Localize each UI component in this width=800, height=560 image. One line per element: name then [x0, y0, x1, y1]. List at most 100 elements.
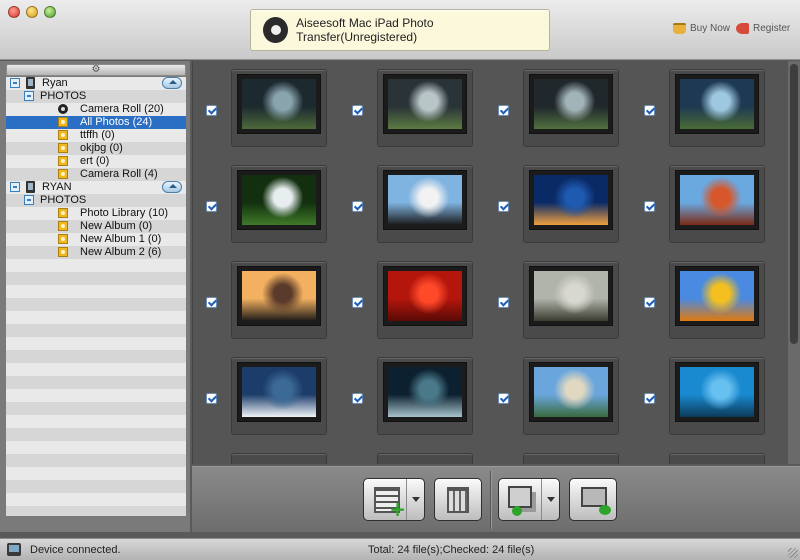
tree-item-label: Camera Roll (20) [80, 103, 164, 115]
monitor-icon [581, 487, 611, 515]
photo-frame [675, 266, 759, 326]
tree-item-12[interactable]: New Album 1 (0) [6, 233, 186, 246]
photo-thumbnail[interactable] [523, 165, 619, 243]
photo-checkbox[interactable] [352, 297, 363, 308]
tree-item-10[interactable]: Photo Library (10) [6, 207, 186, 220]
tree-item-8[interactable]: RYAN [6, 181, 186, 194]
photo-checkbox[interactable] [498, 105, 509, 116]
add-photos-dropdown-arrow[interactable] [406, 479, 424, 520]
photo-thumbnail[interactable] [377, 69, 473, 147]
tree-item-9[interactable]: PHOTOS [6, 194, 186, 207]
photo-frame [383, 362, 467, 422]
photo-frame [529, 362, 613, 422]
photo-thumbnail[interactable] [523, 261, 619, 339]
toolbar-divider [490, 471, 491, 529]
photo-thumbnail[interactable] [669, 261, 765, 339]
buy-now-link[interactable]: Buy Now [673, 23, 730, 34]
photo-thumbnail[interactable] [523, 69, 619, 147]
photo-checkbox[interactable] [206, 201, 217, 212]
photo-checkbox[interactable] [498, 393, 509, 404]
photo-frame [237, 266, 321, 326]
photo-grid [192, 61, 800, 464]
add-photos-button[interactable] [363, 478, 425, 521]
photo-thumbnail-partial[interactable] [377, 453, 473, 464]
photo-checkbox[interactable] [352, 201, 363, 212]
photo-frame [675, 74, 759, 134]
collapse-toggle-icon[interactable] [10, 182, 20, 192]
photo-frame [237, 170, 321, 230]
photo-thumbnail[interactable] [231, 261, 327, 339]
export-to-device-button[interactable] [498, 478, 560, 521]
photo-checkbox[interactable] [352, 393, 363, 404]
album-icon [58, 247, 68, 257]
photo-image [534, 79, 608, 129]
photo-thumbnail[interactable] [377, 165, 473, 243]
tree-item-6[interactable]: ert (0) [6, 155, 186, 168]
tree-item-3[interactable]: All Photos (24) [6, 116, 186, 129]
ipad-device-icon [26, 181, 35, 193]
collapse-toggle-icon[interactable] [10, 78, 20, 88]
photo-checkbox[interactable] [644, 393, 655, 404]
album-icon [58, 221, 68, 231]
photo-checkbox[interactable] [206, 105, 217, 116]
tree-item-0[interactable]: Ryan [6, 77, 186, 90]
tree-item-5[interactable]: okjbg (0) [6, 142, 186, 155]
tree-item-label: PHOTOS [40, 194, 87, 206]
photo-image [388, 367, 462, 417]
photo-thumbnail[interactable] [669, 165, 765, 243]
photo-frame [675, 170, 759, 230]
photo-thumbnail-partial[interactable] [523, 453, 619, 464]
trash-icon [447, 487, 469, 513]
photo-image [534, 271, 608, 321]
photo-image [242, 175, 316, 225]
photo-frame [529, 266, 613, 326]
photo-thumbnail-partial[interactable] [231, 453, 327, 464]
photo-thumbnail[interactable] [377, 357, 473, 435]
tree-item-label: RYAN [42, 181, 72, 193]
photo-checkbox[interactable] [206, 297, 217, 308]
photo-checkbox[interactable] [644, 201, 655, 212]
photo-checkbox[interactable] [644, 105, 655, 116]
photo-thumbnail[interactable] [669, 69, 765, 147]
photo-image [680, 175, 754, 225]
eject-icon[interactable] [162, 181, 182, 193]
tree-item-11[interactable]: New Album (0) [6, 220, 186, 233]
tree-item-1[interactable]: PHOTOS [6, 90, 186, 103]
album-icon [58, 156, 68, 166]
delete-button[interactable] [434, 478, 482, 521]
photo-thumbnail[interactable] [231, 357, 327, 435]
close-window-button[interactable] [8, 6, 20, 18]
photo-frame [675, 362, 759, 422]
export-to-mac-button[interactable] [569, 478, 617, 521]
photo-thumbnail[interactable] [523, 357, 619, 435]
zoom-window-button[interactable] [44, 6, 56, 18]
photo-thumbnail[interactable] [231, 69, 327, 147]
photo-thumbnail-partial[interactable] [669, 453, 765, 464]
minimize-window-button[interactable] [26, 6, 38, 18]
tree-item-7[interactable]: Camera Roll (4) [6, 168, 186, 181]
photo-image [680, 79, 754, 129]
export-dropdown-arrow[interactable] [541, 479, 559, 520]
photo-thumbnail[interactable] [377, 261, 473, 339]
tree-item-label: New Album 1 (0) [80, 233, 162, 245]
register-link[interactable]: Register [736, 23, 790, 34]
tree-item-13[interactable]: New Album 2 (6) [6, 246, 186, 259]
photo-thumbnail[interactable] [231, 165, 327, 243]
eject-icon[interactable] [162, 77, 182, 89]
photo-checkbox[interactable] [498, 297, 509, 308]
resize-grip-icon[interactable] [788, 548, 798, 558]
scroll-thumb[interactable] [790, 64, 798, 344]
collapse-toggle-icon[interactable] [24, 91, 34, 101]
photo-checkbox[interactable] [352, 105, 363, 116]
vertical-scrollbar[interactable] [788, 61, 800, 464]
sidebar-header[interactable]: ⚙ [6, 64, 186, 76]
photo-checkbox[interactable] [644, 297, 655, 308]
photo-checkbox[interactable] [498, 201, 509, 212]
photo-thumbnail[interactable] [669, 357, 765, 435]
collapse-toggle-icon[interactable] [24, 195, 34, 205]
photo-image [242, 271, 316, 321]
tree-item-4[interactable]: ttffh (0) [6, 129, 186, 142]
photo-frame [529, 74, 613, 134]
tree-item-2[interactable]: Camera Roll (20) [6, 103, 186, 116]
photo-checkbox[interactable] [206, 393, 217, 404]
